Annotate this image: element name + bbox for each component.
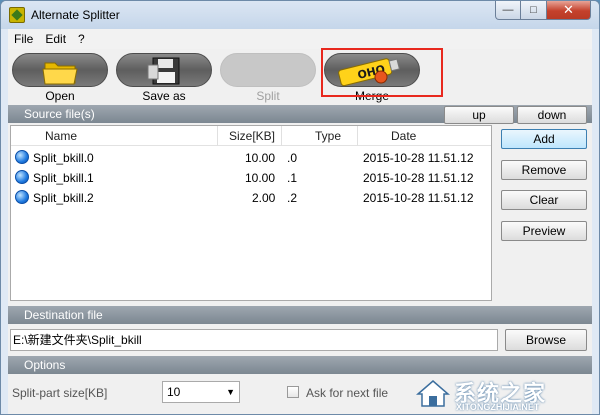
maximize-icon: □ — [530, 4, 537, 16]
file-size: 10.00 — [245, 151, 276, 165]
remove-button[interactable]: Remove — [501, 160, 587, 180]
minimize-icon: — — [502, 4, 514, 16]
minimize-button[interactable]: — — [495, 1, 521, 20]
list-header: Name Size[KB] Type Date — [11, 126, 491, 146]
file-globe-icon — [15, 190, 29, 204]
house-logo-icon — [416, 380, 450, 407]
save-as-label: Save as — [142, 89, 186, 103]
watermark: 系统之家 XITONGZHIJIA.NET — [416, 376, 588, 412]
column-date[interactable]: Date — [391, 129, 416, 143]
window-controls: — □ ✕ — [495, 1, 591, 21]
file-globe-icon — [15, 150, 29, 164]
file-name: Split_bkill.0 — [33, 151, 94, 165]
file-size: 2.00 — [252, 191, 276, 205]
column-divider — [281, 126, 282, 146]
add-button[interactable]: Add — [501, 129, 587, 149]
split-size-value: 10 — [167, 385, 181, 399]
table-row[interactable]: Split_bkill.2 2.00 .2 2015-10-28 11.51.1… — [11, 188, 491, 208]
merge-highlight-box — [321, 48, 443, 97]
file-type: .2 — [287, 191, 298, 205]
app-icon — [9, 7, 25, 23]
table-row[interactable]: Split_bkill.0 10.00 .0 2015-10-28 11.51.… — [11, 148, 491, 168]
app-window: Alternate Splitter — □ ✕ File Edit ? Ope… — [0, 0, 600, 415]
close-icon: ✕ — [563, 2, 574, 17]
menu-file[interactable]: File — [14, 32, 33, 46]
ask-next-file-checkbox[interactable] — [287, 386, 299, 398]
menu-help[interactable]: ? — [78, 32, 85, 46]
file-date: 2015-10-28 11.51.12 — [363, 171, 474, 185]
floppy-disk-icon — [147, 57, 180, 85]
watermark-subtext: XITONGZHIJIA.NET — [456, 402, 540, 412]
file-name: Split_bkill.1 — [33, 171, 94, 185]
maximize-button[interactable]: □ — [521, 1, 547, 20]
destination-file-header: Destination file — [8, 306, 592, 324]
up-button[interactable]: up — [444, 106, 514, 124]
toolbar: Open Save as Split OHO Merge — [8, 48, 592, 103]
split-button[interactable] — [220, 53, 316, 87]
save-as-button[interactable] — [116, 53, 212, 87]
dropdown-arrow-icon: ▼ — [226, 387, 235, 397]
source-file-list[interactable]: Name Size[KB] Type Date Split_bkill.0 10… — [10, 125, 492, 301]
file-date: 2015-10-28 11.51.12 — [363, 191, 474, 205]
destination-path-input[interactable]: E:\新建文件夹\Split_bkill — [10, 329, 498, 351]
window-title: Alternate Splitter — [31, 8, 120, 22]
column-divider — [357, 126, 358, 146]
open-button[interactable] — [12, 53, 108, 87]
column-size[interactable]: Size[KB] — [229, 129, 275, 143]
close-button[interactable]: ✕ — [547, 1, 591, 20]
table-row[interactable]: Split_bkill.1 10.00 .1 2015-10-28 11.51.… — [11, 168, 491, 188]
title-bar[interactable]: Alternate Splitter — □ ✕ — [1, 1, 599, 29]
split-size-label: Split-part size[KB] — [12, 386, 108, 400]
browse-button[interactable]: Browse — [505, 329, 587, 351]
file-name: Split_bkill.2 — [33, 191, 94, 205]
split-label: Split — [256, 89, 280, 103]
file-type: .0 — [287, 151, 298, 165]
clear-button[interactable]: Clear — [501, 190, 587, 210]
file-size: 10.00 — [245, 171, 276, 185]
file-type: .1 — [287, 171, 298, 185]
column-divider — [217, 126, 218, 146]
menu-bar: File Edit ? — [8, 29, 592, 49]
split-size-select[interactable]: 10 ▼ — [162, 381, 240, 403]
client-area: Open Save as Split OHO Merge Source file… — [8, 48, 592, 414]
folder-icon — [42, 62, 78, 85]
open-label: Open — [45, 89, 75, 103]
ask-next-file-label: Ask for next file — [306, 386, 389, 400]
column-name[interactable]: Name — [45, 129, 77, 143]
options-header: Options — [8, 356, 592, 374]
file-date: 2015-10-28 11.51.12 — [363, 151, 474, 165]
file-globe-icon — [15, 170, 29, 184]
down-button[interactable]: down — [517, 106, 587, 124]
menu-edit[interactable]: Edit — [45, 32, 66, 46]
preview-button[interactable]: Preview — [501, 221, 587, 241]
column-type[interactable]: Type — [315, 129, 341, 143]
